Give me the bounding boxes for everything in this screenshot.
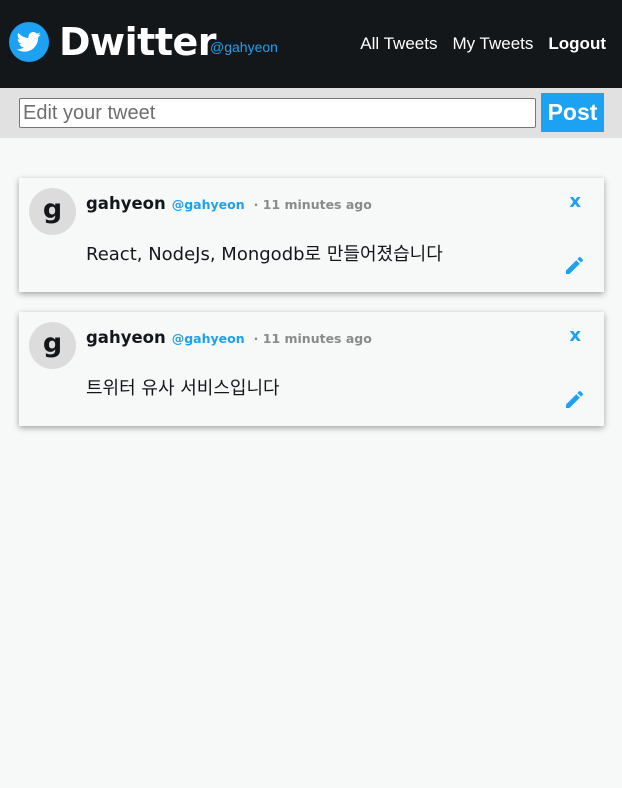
- tweet-timestamp: · 11 minutes ago: [253, 197, 372, 212]
- logout-button[interactable]: Logout: [548, 34, 606, 54]
- tweet-card: g gahyeon @gahyeon · 11 minutes ago Reac…: [19, 178, 604, 292]
- tweet-meta: gahyeon @gahyeon · 11 minutes ago: [86, 328, 372, 347]
- twitter-bird-icon[interactable]: [9, 22, 49, 62]
- pencil-icon[interactable]: [564, 390, 584, 410]
- tweet-card: g gahyeon @gahyeon · 11 minutes ago 트위터 …: [19, 312, 604, 426]
- tweet-meta: gahyeon @gahyeon · 11 minutes ago: [86, 194, 372, 213]
- tweet-author-name: gahyeon: [86, 194, 166, 213]
- tweet-author-handle[interactable]: @gahyeon: [172, 197, 245, 212]
- tweet-text: 트위터 유사 서비스입니다: [86, 378, 280, 399]
- tweet-timestamp: · 11 minutes ago: [253, 331, 372, 346]
- nav-my-tweets[interactable]: My Tweets: [452, 34, 533, 54]
- app-brand-title[interactable]: Dwitter: [59, 20, 217, 64]
- app-header: Dwitter @gahyeon All Tweets My Tweets Lo…: [0, 0, 622, 88]
- nav-all-tweets[interactable]: All Tweets: [360, 34, 437, 54]
- pencil-icon[interactable]: [564, 256, 584, 276]
- top-nav: All Tweets My Tweets Logout: [360, 34, 606, 54]
- post-button[interactable]: Post: [541, 93, 604, 132]
- tweet-input[interactable]: [19, 98, 536, 128]
- tweet-composer: Post: [0, 88, 622, 138]
- header-user-handle: @gahyeon: [210, 39, 278, 55]
- tweet-author-name: gahyeon: [86, 328, 166, 347]
- avatar: g: [29, 188, 76, 235]
- delete-tweet-button[interactable]: x: [569, 325, 581, 346]
- tweet-author-handle[interactable]: @gahyeon: [172, 331, 245, 346]
- tweet-text: React, NodeJs, Mongodb로 만들어졌습니다: [86, 244, 443, 265]
- avatar: g: [29, 322, 76, 369]
- delete-tweet-button[interactable]: x: [569, 191, 581, 212]
